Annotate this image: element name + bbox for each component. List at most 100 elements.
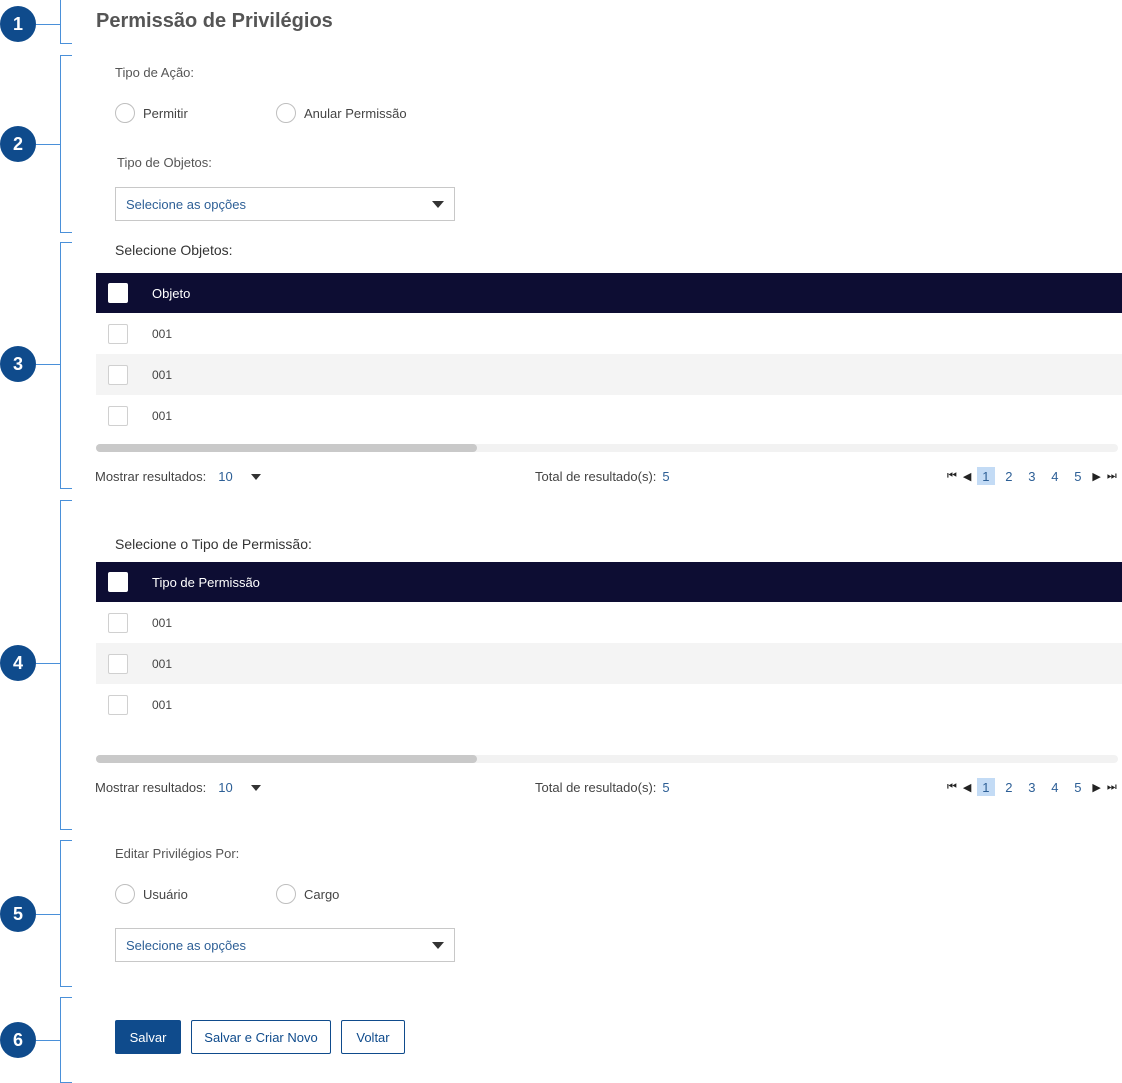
radio-permitir[interactable]: Permitir [115, 103, 188, 123]
pager-first-icon[interactable]: ⏮ [947, 781, 957, 794]
page-2[interactable]: 2 [1000, 467, 1018, 485]
table-cell: 001 [152, 697, 173, 712]
section-marker-5: 5 [0, 896, 36, 932]
total-label: Total de resultado(s): [535, 780, 657, 795]
dropdown-caret-icon[interactable] [432, 200, 444, 208]
radio-circle[interactable] [115, 884, 135, 904]
pager-prev-icon[interactable]: ◀ [963, 470, 971, 483]
radio-permitir-label: Permitir [143, 105, 188, 121]
page-size-caret-icon[interactable] [250, 473, 261, 480]
marker-connector [36, 144, 60, 145]
table-row: 001 [96, 602, 1122, 643]
save-button[interactable]: Salvar [115, 1020, 181, 1054]
section-marker-3: 3 [0, 346, 36, 382]
radio-cargo-label: Cargo [304, 886, 340, 902]
table-row: 001 [96, 643, 1122, 684]
page-title: Permissão de Privilégios [96, 10, 333, 32]
objects-table-label: Selecione Objetos: [115, 242, 233, 258]
object-type-select[interactable]: Selecione as opções [115, 187, 455, 221]
radio-circle[interactable] [115, 103, 135, 123]
total-value: 5 [662, 469, 670, 484]
save-and-new-button[interactable]: Salvar e Criar Novo [191, 1020, 331, 1054]
permission-table: Tipo de Permissão 001 001 001 [96, 562, 1122, 725]
show-results-label: Mostrar resultados: [95, 469, 207, 484]
permission-total: Total de resultado(s): 5 [535, 780, 670, 795]
page-2[interactable]: 2 [1000, 778, 1018, 796]
dropdown-caret-icon[interactable] [432, 941, 444, 949]
table-cell: 001 [152, 615, 173, 630]
radio-usuario[interactable]: Usuário [115, 884, 188, 904]
section-marker-4: 4 [0, 645, 36, 681]
objects-pagination: ⏮ ◀ 1 2 3 4 5 ▶ ⏭ [944, 467, 1120, 485]
radio-cargo[interactable]: Cargo [276, 884, 339, 904]
objects-page-size: Mostrar resultados: 10 [95, 469, 261, 484]
marker-connector [36, 1040, 60, 1041]
page-4[interactable]: 4 [1046, 467, 1064, 485]
select-all-checkbox[interactable] [108, 283, 128, 303]
page-size-caret-icon[interactable] [250, 784, 261, 791]
page-3[interactable]: 3 [1023, 778, 1041, 796]
pager-next-icon[interactable]: ▶ [1092, 781, 1100, 794]
radio-anular-permissao[interactable]: Anular Permissão [276, 103, 407, 123]
pager-last-icon[interactable]: ⏭ [1107, 470, 1117, 483]
select-all-checkbox[interactable] [108, 572, 128, 592]
permission-pagination: ⏮ ◀ 1 2 3 4 5 ▶ ⏭ [944, 778, 1120, 796]
table-cell: 001 [152, 326, 173, 341]
radio-circle[interactable] [276, 103, 296, 123]
objects-table-scrollbar[interactable] [96, 444, 1118, 452]
section-bracket [60, 242, 72, 489]
permission-table-scrollbar[interactable] [96, 755, 1118, 763]
page-1[interactable]: 1 [976, 778, 995, 796]
page-4[interactable]: 4 [1046, 778, 1064, 796]
object-type-select-value: Selecione as opções [126, 196, 246, 212]
pager-last-icon[interactable]: ⏭ [1107, 781, 1117, 794]
row-checkbox[interactable] [108, 653, 128, 674]
marker-connector [36, 24, 60, 25]
section-marker-6: 6 [0, 1022, 36, 1058]
section-bracket [60, 997, 72, 1083]
row-checkbox[interactable] [108, 694, 128, 715]
section-bracket [60, 500, 72, 830]
pager-first-icon[interactable]: ⏮ [947, 470, 957, 483]
show-results-label: Mostrar resultados: [95, 780, 207, 795]
edit-by-select-value: Selecione as opções [126, 937, 246, 953]
row-checkbox[interactable] [108, 364, 128, 385]
permission-table-label: Selecione o Tipo de Permissão: [115, 536, 312, 552]
object-type-label: Tipo de Objetos: [117, 155, 212, 170]
section-bracket [60, 55, 72, 233]
total-value: 5 [662, 780, 670, 795]
scrollbar-thumb[interactable] [96, 755, 477, 763]
marker-connector [36, 364, 60, 365]
pager-prev-icon[interactable]: ◀ [963, 781, 971, 794]
radio-circle[interactable] [276, 884, 296, 904]
page-size-value[interactable]: 10 [218, 780, 232, 795]
page-size-value[interactable]: 10 [218, 469, 232, 484]
section-marker-1: 1 [0, 6, 36, 42]
scrollbar-thumb[interactable] [96, 444, 477, 452]
table-cell: 001 [152, 408, 173, 423]
section-marker-2: 2 [0, 126, 36, 162]
page-3[interactable]: 3 [1023, 467, 1041, 485]
action-type-label: Tipo de Ação: [115, 65, 195, 80]
page-5[interactable]: 5 [1069, 778, 1087, 796]
table-row: 001 [96, 395, 1122, 436]
edit-by-select[interactable]: Selecione as opções [115, 928, 455, 962]
permission-page-size: Mostrar resultados: 10 [95, 780, 261, 795]
page-5[interactable]: 5 [1069, 467, 1087, 485]
column-header-objeto: Objeto [152, 285, 191, 301]
pager-next-icon[interactable]: ▶ [1092, 470, 1100, 483]
table-header: Tipo de Permissão [96, 562, 1122, 602]
objects-total: Total de resultado(s): 5 [535, 469, 670, 484]
back-button[interactable]: Voltar [341, 1020, 405, 1054]
edit-by-label: Editar Privilégios Por: [115, 846, 240, 861]
row-checkbox[interactable] [108, 405, 128, 426]
page-1[interactable]: 1 [976, 467, 995, 485]
marker-connector [36, 914, 60, 915]
radio-usuario-label: Usuário [143, 886, 188, 902]
column-header-tipo-permissao: Tipo de Permissão [152, 574, 260, 590]
row-checkbox[interactable] [108, 612, 128, 633]
row-checkbox[interactable] [108, 323, 128, 344]
table-row: 001 [96, 313, 1122, 354]
marker-connector [36, 663, 60, 664]
section-bracket [60, 840, 72, 987]
